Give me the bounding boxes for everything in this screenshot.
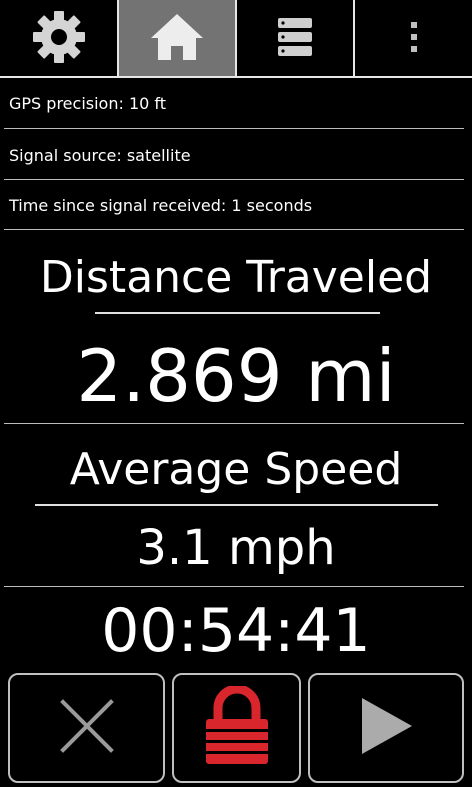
- tab-home[interactable]: [119, 0, 235, 77]
- toolbar-border: [0, 76, 472, 78]
- gear-icon: [31, 9, 87, 69]
- elapsed-time: 00:54:41: [101, 596, 371, 666]
- divider: [4, 179, 464, 180]
- close-icon: [57, 696, 117, 760]
- divider: [4, 229, 464, 230]
- gps-precision-text: GPS precision: 10 ft: [9, 94, 167, 113]
- time-since-signal-text: Time since signal received: 1 seconds: [9, 196, 313, 215]
- tab-more[interactable]: [355, 0, 472, 77]
- speed-underline: [35, 504, 438, 506]
- distance-value: 2.869 mi: [76, 334, 396, 418]
- tab-settings[interactable]: [0, 0, 117, 77]
- list-icon: [278, 17, 312, 60]
- lock-icon: [204, 684, 270, 770]
- top-toolbar: [0, 0, 472, 78]
- play-icon: [356, 694, 416, 762]
- start-button[interactable]: [308, 673, 464, 783]
- tab-list[interactable]: [237, 0, 353, 77]
- divider: [4, 586, 464, 587]
- divider: [4, 128, 464, 129]
- speed-label: Average Speed: [69, 444, 403, 495]
- more-vertical-icon: [410, 21, 418, 56]
- home-icon: [149, 12, 205, 66]
- divider: [4, 423, 464, 424]
- distance-label: Distance Traveled: [39, 252, 433, 303]
- cancel-button[interactable]: [8, 673, 165, 783]
- speed-value: 3.1 mph: [136, 520, 336, 576]
- lock-button[interactable]: [172, 673, 301, 783]
- signal-source-text: Signal source: satellite: [9, 146, 191, 165]
- distance-underline: [95, 312, 380, 314]
